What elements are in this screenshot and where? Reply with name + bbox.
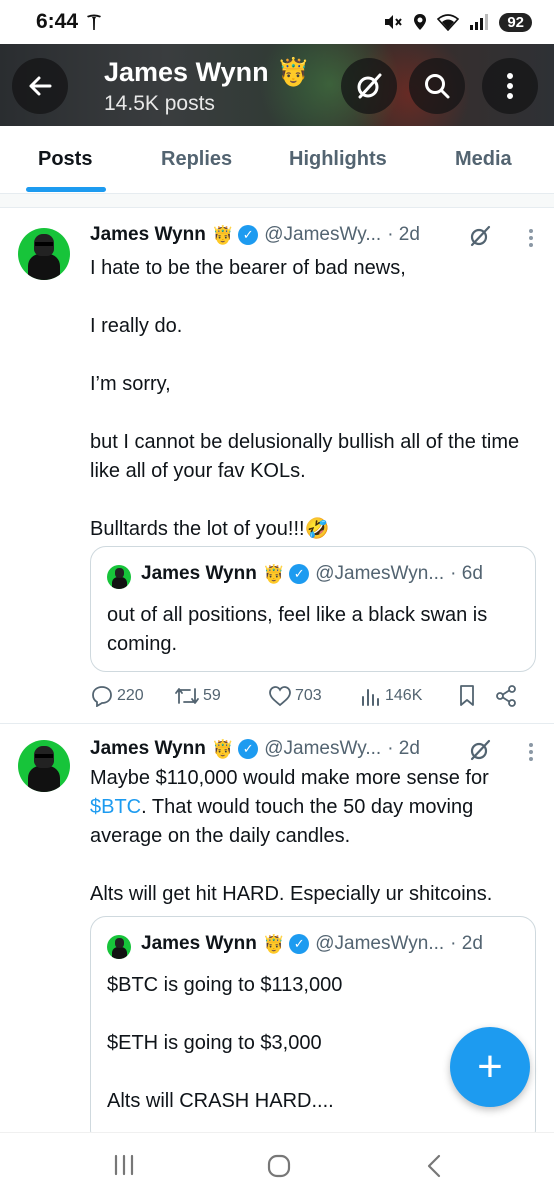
recents-icon[interactable] <box>112 1153 136 1177</box>
back-button[interactable] <box>12 58 68 114</box>
profile-name: James Wynn <box>104 56 269 87</box>
mute-icon <box>385 15 403 29</box>
grok-icon[interactable] <box>468 224 492 248</box>
signal-icon <box>470 14 489 30</box>
profile-title: James Wynn 🤴 <box>104 56 310 88</box>
tab-replies[interactable]: Replies <box>161 148 232 171</box>
quoted-post[interactable]: James Wynn 🤴 ✓ @JamesWyn... · 6d out of … <box>90 546 536 672</box>
location-icon <box>414 14 427 30</box>
post-text-part: . That would touch the 50 day moving ave… <box>90 796 493 905</box>
grok-button[interactable] <box>341 58 397 114</box>
grok-icon <box>357 73 382 99</box>
quoted-post[interactable]: James Wynn 🤴 ✓ @JamesWyn... · 2d $BTC is… <box>90 916 536 1146</box>
divider <box>0 194 554 208</box>
grok-icon[interactable] <box>468 738 492 762</box>
bookmark-icon[interactable] <box>456 684 478 708</box>
view-count: 146K <box>385 687 423 704</box>
avatar[interactable] <box>18 740 70 792</box>
verified-icon: ✓ <box>289 564 310 584</box>
quote-author-name: James Wynn <box>141 933 257 954</box>
more-vertical-icon[interactable] <box>528 742 534 762</box>
post-text: I hate to be the bearer of bad news, I r… <box>90 257 520 540</box>
back-icon[interactable] <box>424 1153 444 1179</box>
author-name[interactable]: James Wynn <box>90 738 206 760</box>
tab-highlights[interactable]: Highlights <box>289 148 387 171</box>
compose-post-button[interactable]: + <box>450 1027 530 1107</box>
crown-emoji: 🤴 <box>276 57 311 87</box>
views-button[interactable]: 146K <box>360 685 456 707</box>
author-handle[interactable]: @JamesWy... <box>264 738 381 760</box>
active-tab-indicator <box>26 187 106 192</box>
views-icon <box>362 689 379 706</box>
reply-button[interactable]: 220 <box>90 685 174 707</box>
post-text: Maybe $110,000 would make more sense for… <box>90 764 536 909</box>
more-options-button[interactable] <box>482 58 538 114</box>
cashtag-link[interactable]: $BTC <box>90 796 141 818</box>
tab-posts[interactable]: Posts <box>38 148 92 171</box>
tab-media[interactable]: Media <box>455 148 512 171</box>
avatar[interactable] <box>18 228 70 280</box>
post-item[interactable]: James Wynn 🤴 ✓ @JamesWy... · 2d I hate t… <box>0 208 554 724</box>
repost-button[interactable]: 59 <box>174 685 268 707</box>
crown-emoji: 🤴 <box>262 563 286 584</box>
wifi-icon <box>437 14 460 31</box>
quote-author-handle: @JamesWyn... <box>315 933 445 954</box>
quote-text: out of all positions, feel like a black … <box>107 604 488 655</box>
repost-icon <box>175 688 199 704</box>
clock-text: 6:44 <box>36 10 79 33</box>
search-icon <box>425 74 450 99</box>
reply-count: 220 <box>117 687 144 704</box>
post-actions: 220 59 703 146K <box>90 684 536 708</box>
author-name[interactable]: James Wynn <box>90 224 206 246</box>
battery-indicator: 92 <box>499 12 532 32</box>
avatar <box>107 565 131 589</box>
like-count: 703 <box>295 687 322 704</box>
profile-tabs: Posts Replies Highlights Media <box>0 126 554 194</box>
more-vertical-icon[interactable] <box>528 228 534 248</box>
like-icon <box>269 686 291 707</box>
more-vertical-icon <box>507 73 513 99</box>
post-header: James Wynn 🤴 ✓ @JamesWy... · 2d <box>90 224 420 246</box>
quote-author-handle: @JamesWyn... <box>315 563 445 584</box>
verified-icon: ✓ <box>238 739 259 759</box>
crown-emoji: 🤴 <box>211 738 235 759</box>
crown-emoji: 🤴 <box>262 933 286 954</box>
tesla-icon <box>87 14 102 30</box>
avatar <box>107 935 131 959</box>
quote-time: · 6d <box>450 563 483 584</box>
profile-header: James Wynn 🤴 14.5K posts <box>0 44 554 126</box>
quote-header: James Wynn 🤴 ✓ @JamesWyn... · 2d <box>141 933 483 955</box>
like-button[interactable]: 703 <box>268 685 360 707</box>
status-time: 6:44 <box>36 10 102 34</box>
status-bar: 6:44 92 <box>0 0 554 44</box>
quote-header: James Wynn 🤴 ✓ @JamesWyn... · 6d <box>141 563 483 585</box>
verified-icon: ✓ <box>238 225 259 245</box>
quote-author-name: James Wynn <box>141 563 257 584</box>
search-button[interactable] <box>409 58 465 114</box>
status-icons: 92 <box>383 12 532 32</box>
share-icon[interactable] <box>494 684 518 708</box>
crown-emoji: 🤴 <box>211 224 235 245</box>
post-count: 14.5K posts <box>104 92 215 115</box>
system-navigation-bar <box>0 1132 554 1200</box>
reply-icon <box>92 686 112 707</box>
post-header: James Wynn 🤴 ✓ @JamesWy... · 2d <box>90 738 420 760</box>
home-icon[interactable] <box>266 1153 292 1179</box>
repost-count: 59 <box>203 687 221 704</box>
author-handle[interactable]: @JamesWy... <box>264 224 381 246</box>
verified-icon: ✓ <box>289 934 310 954</box>
quote-time: · 2d <box>450 933 483 954</box>
post-time[interactable]: · 2d <box>387 224 420 246</box>
post-text-part: Maybe $110,000 would make more sense for <box>90 767 489 789</box>
post-time[interactable]: · 2d <box>387 738 420 760</box>
back-arrow-icon <box>29 76 52 96</box>
